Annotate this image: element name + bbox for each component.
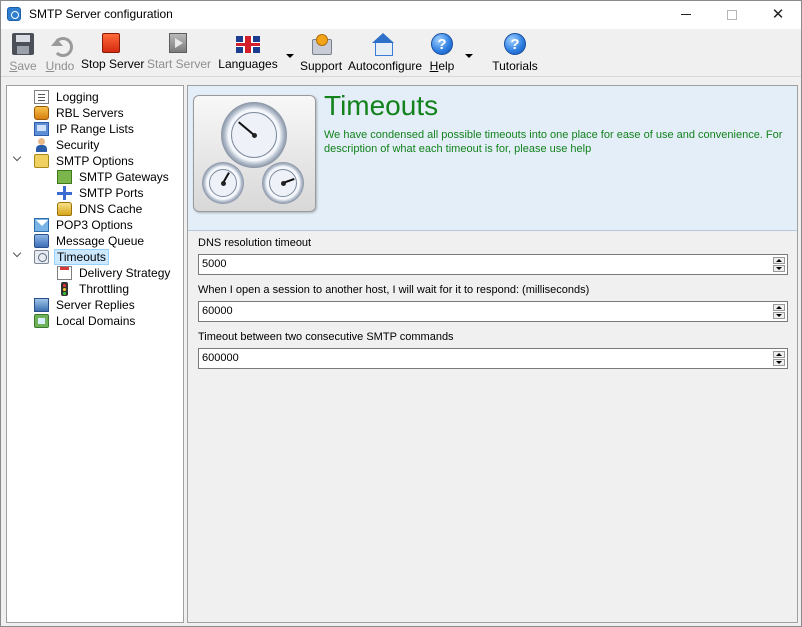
- close-button[interactable]: ✕: [755, 1, 801, 29]
- rbl-icon: [34, 106, 49, 120]
- settings-tree[interactable]: Logging RBL Servers IP Range Lists Secur…: [6, 85, 184, 623]
- uk-flag-icon: [236, 36, 260, 53]
- minimize-icon: [681, 14, 691, 15]
- stop-server-label: Stop Server: [81, 57, 145, 71]
- support-label: Support: [300, 59, 343, 73]
- commands-timeout-value[interactable]: 600000: [202, 352, 239, 364]
- timeouts-panel: Timeouts We have condensed all possible …: [187, 85, 798, 623]
- session-timeout-label: When I open a session to another host, I…: [198, 284, 590, 296]
- tree-item-label: Logging: [56, 90, 99, 104]
- autoconfigure-icon: [372, 33, 394, 56]
- help-button[interactable]: ? Help: [427, 33, 457, 75]
- tree-item-label: Security: [56, 138, 100, 152]
- security-icon: [34, 138, 49, 152]
- languages-label: Languages: [218, 57, 278, 71]
- stop-server-button[interactable]: Stop Server: [81, 33, 145, 75]
- languages-dropdown-arrow-icon[interactable]: [286, 54, 294, 58]
- session-timeout-stepper[interactable]: 60000: [198, 301, 788, 322]
- undo-icon: [49, 33, 73, 57]
- gateways-icon: [57, 170, 72, 184]
- tutorials-label: Tutorials: [492, 59, 538, 73]
- tree-item-label: SMTP Gateways: [79, 170, 169, 184]
- autoconfigure-button[interactable]: Autoconfigure: [348, 33, 423, 75]
- server-replies-icon: [34, 298, 49, 312]
- commands-timeout-stepper[interactable]: 600000: [198, 348, 788, 369]
- gauges-icon: [193, 95, 316, 212]
- dns-timeout-value[interactable]: 5000: [202, 258, 226, 270]
- tree-item-label: SMTP Options: [56, 154, 134, 168]
- ip-range-icon: [34, 122, 49, 136]
- window-title: SMTP Server configuration: [29, 7, 173, 21]
- queue-icon: [34, 234, 49, 248]
- tree-item-label: Delivery Strategy: [79, 266, 171, 280]
- support-icon: [310, 33, 332, 55]
- tree-item-label: RBL Servers: [56, 106, 124, 120]
- tutorials-icon: ?: [504, 33, 526, 55]
- session-timeout-value[interactable]: 60000: [202, 305, 233, 317]
- spin-up-icon[interactable]: [773, 304, 785, 311]
- tree-item-label: Message Queue: [56, 234, 145, 248]
- help-label: Help: [429, 59, 455, 73]
- dns-cache-icon: [57, 202, 72, 216]
- tree-item-label: Throttling: [79, 282, 130, 296]
- spin-up-icon[interactable]: [773, 257, 785, 264]
- commands-timeout-label: Timeout between two consecutive SMTP com…: [198, 331, 454, 343]
- spin-up-icon[interactable]: [773, 351, 785, 358]
- spin-down-icon[interactable]: [773, 312, 785, 319]
- timeouts-icon: [34, 250, 49, 264]
- toolbar: Save Undo Stop Server Start Server Langu…: [1, 29, 801, 77]
- maximize-icon: [727, 10, 737, 20]
- collapse-smtp-options-chevron-icon[interactable]: [12, 152, 22, 162]
- tree-item-label: DNS Cache: [79, 202, 143, 216]
- stop-server-icon: [102, 33, 120, 53]
- session-timeout-spin-buttons[interactable]: [773, 304, 785, 319]
- log-icon: [34, 90, 49, 104]
- small-gauge-right-icon: [262, 162, 304, 204]
- smtp-options-icon: [34, 154, 49, 168]
- dns-timeout-label: DNS resolution timeout: [198, 237, 312, 249]
- support-button[interactable]: Support: [300, 33, 342, 75]
- help-dropdown-arrow-icon[interactable]: [465, 54, 473, 58]
- tree-item-label: SMTP Ports: [79, 186, 144, 200]
- collapse-timeouts-chevron-icon[interactable]: [12, 248, 22, 258]
- pop3-icon: [34, 218, 49, 232]
- app-window: SMTP Server configuration ✕ Save Undo St…: [0, 0, 802, 627]
- save-button[interactable]: Save: [7, 33, 39, 75]
- tree-item-label: Local Domains: [56, 314, 136, 328]
- dns-timeout-spin-buttons[interactable]: [773, 257, 785, 272]
- small-gauge-left-icon: [202, 162, 244, 204]
- save-icon: [12, 33, 34, 55]
- page-title: Timeouts: [324, 90, 439, 121]
- start-server-button[interactable]: Start Server: [147, 33, 212, 75]
- start-server-label: Start Server: [147, 57, 212, 71]
- large-gauge-icon: [221, 102, 287, 168]
- maximize-button[interactable]: [709, 1, 755, 29]
- app-icon: [7, 7, 21, 21]
- throttling-icon: [61, 282, 68, 296]
- tree-item-label: Timeouts: [54, 249, 109, 265]
- section-header: Timeouts We have condensed all possible …: [188, 86, 797, 231]
- dns-timeout-stepper[interactable]: 5000: [198, 254, 788, 275]
- title-bar: SMTP Server configuration ✕: [1, 1, 801, 29]
- start-server-icon: [169, 33, 187, 53]
- close-icon: ✕: [771, 6, 785, 23]
- save-label: Save: [9, 59, 37, 73]
- ports-icon: [57, 186, 72, 200]
- delivery-icon: [57, 266, 72, 280]
- local-domains-icon: [34, 314, 49, 328]
- tree-item-label: POP3 Options: [56, 218, 133, 232]
- spin-down-icon[interactable]: [773, 359, 785, 366]
- minimize-button[interactable]: [663, 1, 709, 29]
- commands-timeout-spin-buttons[interactable]: [773, 351, 785, 366]
- tree-item-label: IP Range Lists: [56, 122, 134, 136]
- tree-item-label: Server Replies: [56, 298, 135, 312]
- languages-button[interactable]: Languages: [218, 33, 278, 75]
- spin-down-icon[interactable]: [773, 265, 785, 272]
- tutorials-button[interactable]: ? Tutorials: [492, 33, 538, 75]
- autoconfigure-label: Autoconfigure: [348, 59, 423, 73]
- undo-button[interactable]: Undo: [43, 33, 77, 75]
- page-description: We have condensed all possible timeouts …: [324, 129, 783, 155]
- help-icon: ?: [431, 33, 453, 55]
- undo-label: Undo: [45, 59, 75, 73]
